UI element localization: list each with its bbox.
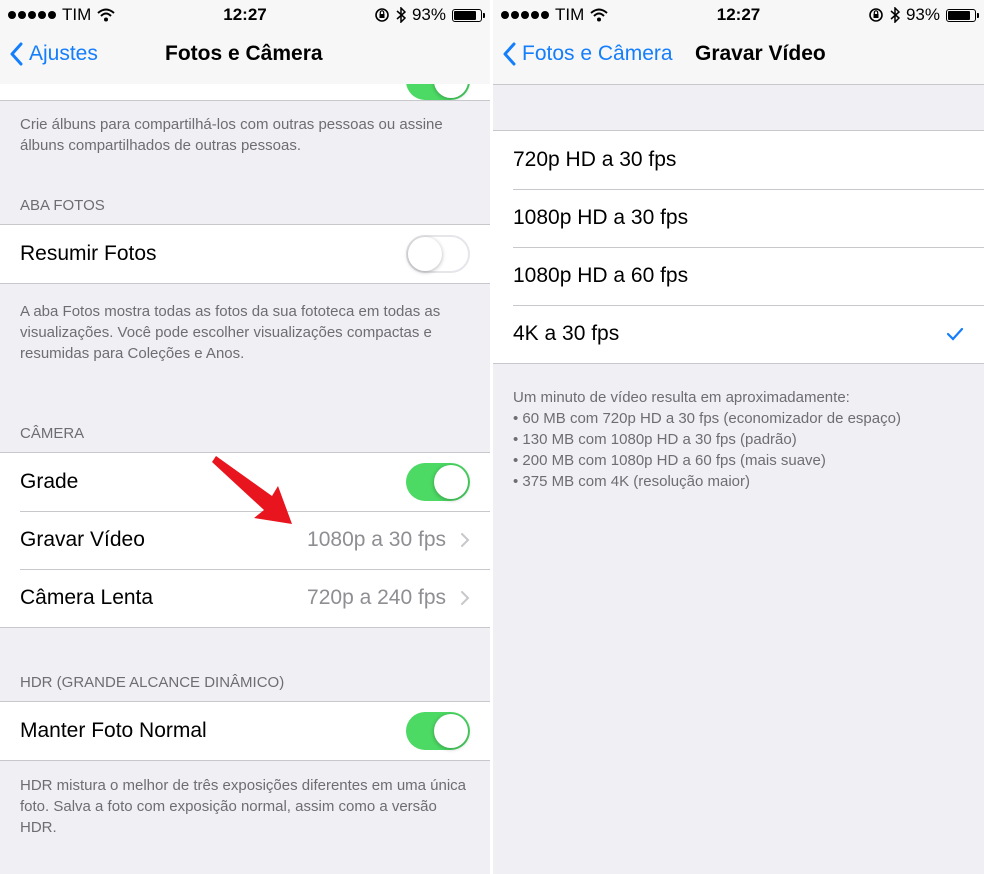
keep-normal-photo-toggle[interactable] <box>406 712 470 750</box>
toggle-knob <box>434 714 468 748</box>
back-button[interactable]: Fotos e Câmera <box>503 42 673 66</box>
settings-photos-camera-screen: TIM 12:27 93% Ajustes Fotos e Câmera Cri… <box>0 0 490 874</box>
navigation-bar: Ajustes Fotos e Câmera <box>0 28 490 85</box>
summarize-photos-label: Resumir Fotos <box>20 242 157 265</box>
summarize-photos-cell: Resumir Fotos <box>0 225 490 283</box>
video-format-option[interactable]: 720p HD a 30 fps <box>493 131 984 189</box>
keep-normal-photo-label: Manter Foto Normal <box>20 719 207 742</box>
battery-percent: 93% <box>905 5 940 24</box>
video-format-list: 720p HD a 30 fps 1080p HD a 30 fps 1080p H… <box>493 130 984 364</box>
toggle-knob <box>408 237 442 271</box>
record-video-value: 1080p a 30 fps <box>307 528 446 551</box>
video-format-label: 4K a 30 fps <box>513 322 620 345</box>
chevron-left-icon <box>10 42 23 66</box>
hdr-group: Manter Foto Normal <box>0 701 490 761</box>
back-button-label: Ajustes <box>29 42 98 65</box>
slow-motion-label: Câmera Lenta <box>20 586 154 609</box>
video-format-group: 720p HD a 30 fps 1080p HD a 30 fps 1080p H… <box>493 130 984 364</box>
video-format-option[interactable]: 4K a 30 fps <box>493 305 984 363</box>
video-format-label: 720p HD a 30 fps <box>513 148 677 171</box>
chevron-right-icon <box>461 591 470 605</box>
toggle-knob <box>434 465 468 499</box>
record-video-screen: TIM 12:27 93% Fotos e Câmera Gravar Víde… <box>493 0 984 874</box>
photos-tab-footer: A aba Fotos mostra todas as fotos da sua… <box>20 303 441 362</box>
shared-albums-group <box>0 84 490 101</box>
video-format-option[interactable]: 1080p HD a 30 fps <box>493 189 984 247</box>
status-bar: TIM 12:27 93% <box>493 0 984 28</box>
summarize-photos-toggle[interactable] <box>406 235 470 273</box>
grid-toggle[interactable] <box>406 463 470 501</box>
shared-albums-cell <box>0 84 490 101</box>
chevron-left-icon <box>503 42 516 66</box>
orientation-lock-icon <box>375 8 389 22</box>
status-bar: TIM 12:27 93% <box>0 0 490 28</box>
video-format-option[interactable]: 1080p HD a 60 fps <box>493 247 984 305</box>
bluetooth-icon <box>396 7 406 23</box>
video-size-footer: Um minuto de vídeo resulta em aproximada… <box>513 389 901 490</box>
back-button[interactable]: Ajustes <box>10 42 98 66</box>
shared-albums-toggle[interactable] <box>406 84 470 100</box>
back-button-label: Fotos e Câmera <box>522 42 673 65</box>
shared-albums-footer: Crie álbuns para compartilhá-los com out… <box>20 116 443 154</box>
battery-level <box>454 10 476 20</box>
checkmark-icon <box>946 327 964 341</box>
battery-icon <box>946 8 979 22</box>
slow-motion-cell[interactable]: Câmera Lenta 720p a 240 fps <box>0 569 490 627</box>
battery-icon <box>452 8 485 22</box>
battery-percent: 93% <box>411 5 446 24</box>
keep-normal-photo-cell: Manter Foto Normal <box>0 702 490 760</box>
navigation-bar: Fotos e Câmera Gravar Vídeo <box>493 28 984 85</box>
video-format-label: 1080p HD a 60 fps <box>513 264 689 287</box>
hdr-header: HDR (GRANDE ALCANCE DINÂMICO) <box>20 674 285 691</box>
page-title: Gravar Vídeo <box>695 42 826 65</box>
slow-motion-value: 720p a 240 fps <box>307 586 446 609</box>
hdr-footer: HDR mistura o melhor de três exposições … <box>20 777 467 836</box>
photos-tab-group: Resumir Fotos <box>0 224 490 284</box>
page-title: Fotos e Câmera <box>165 42 323 65</box>
orientation-lock-icon <box>869 8 883 22</box>
bluetooth-icon <box>890 7 900 23</box>
chevron-right-icon <box>461 533 470 547</box>
red-arrow-annotation <box>212 456 292 524</box>
photos-tab-header: ABA FOTOS <box>20 197 105 214</box>
battery-level <box>948 10 970 20</box>
video-format-label: 1080p HD a 30 fps <box>513 206 689 229</box>
camera-header: CÂMERA <box>20 425 85 442</box>
toggle-knob <box>434 84 468 98</box>
